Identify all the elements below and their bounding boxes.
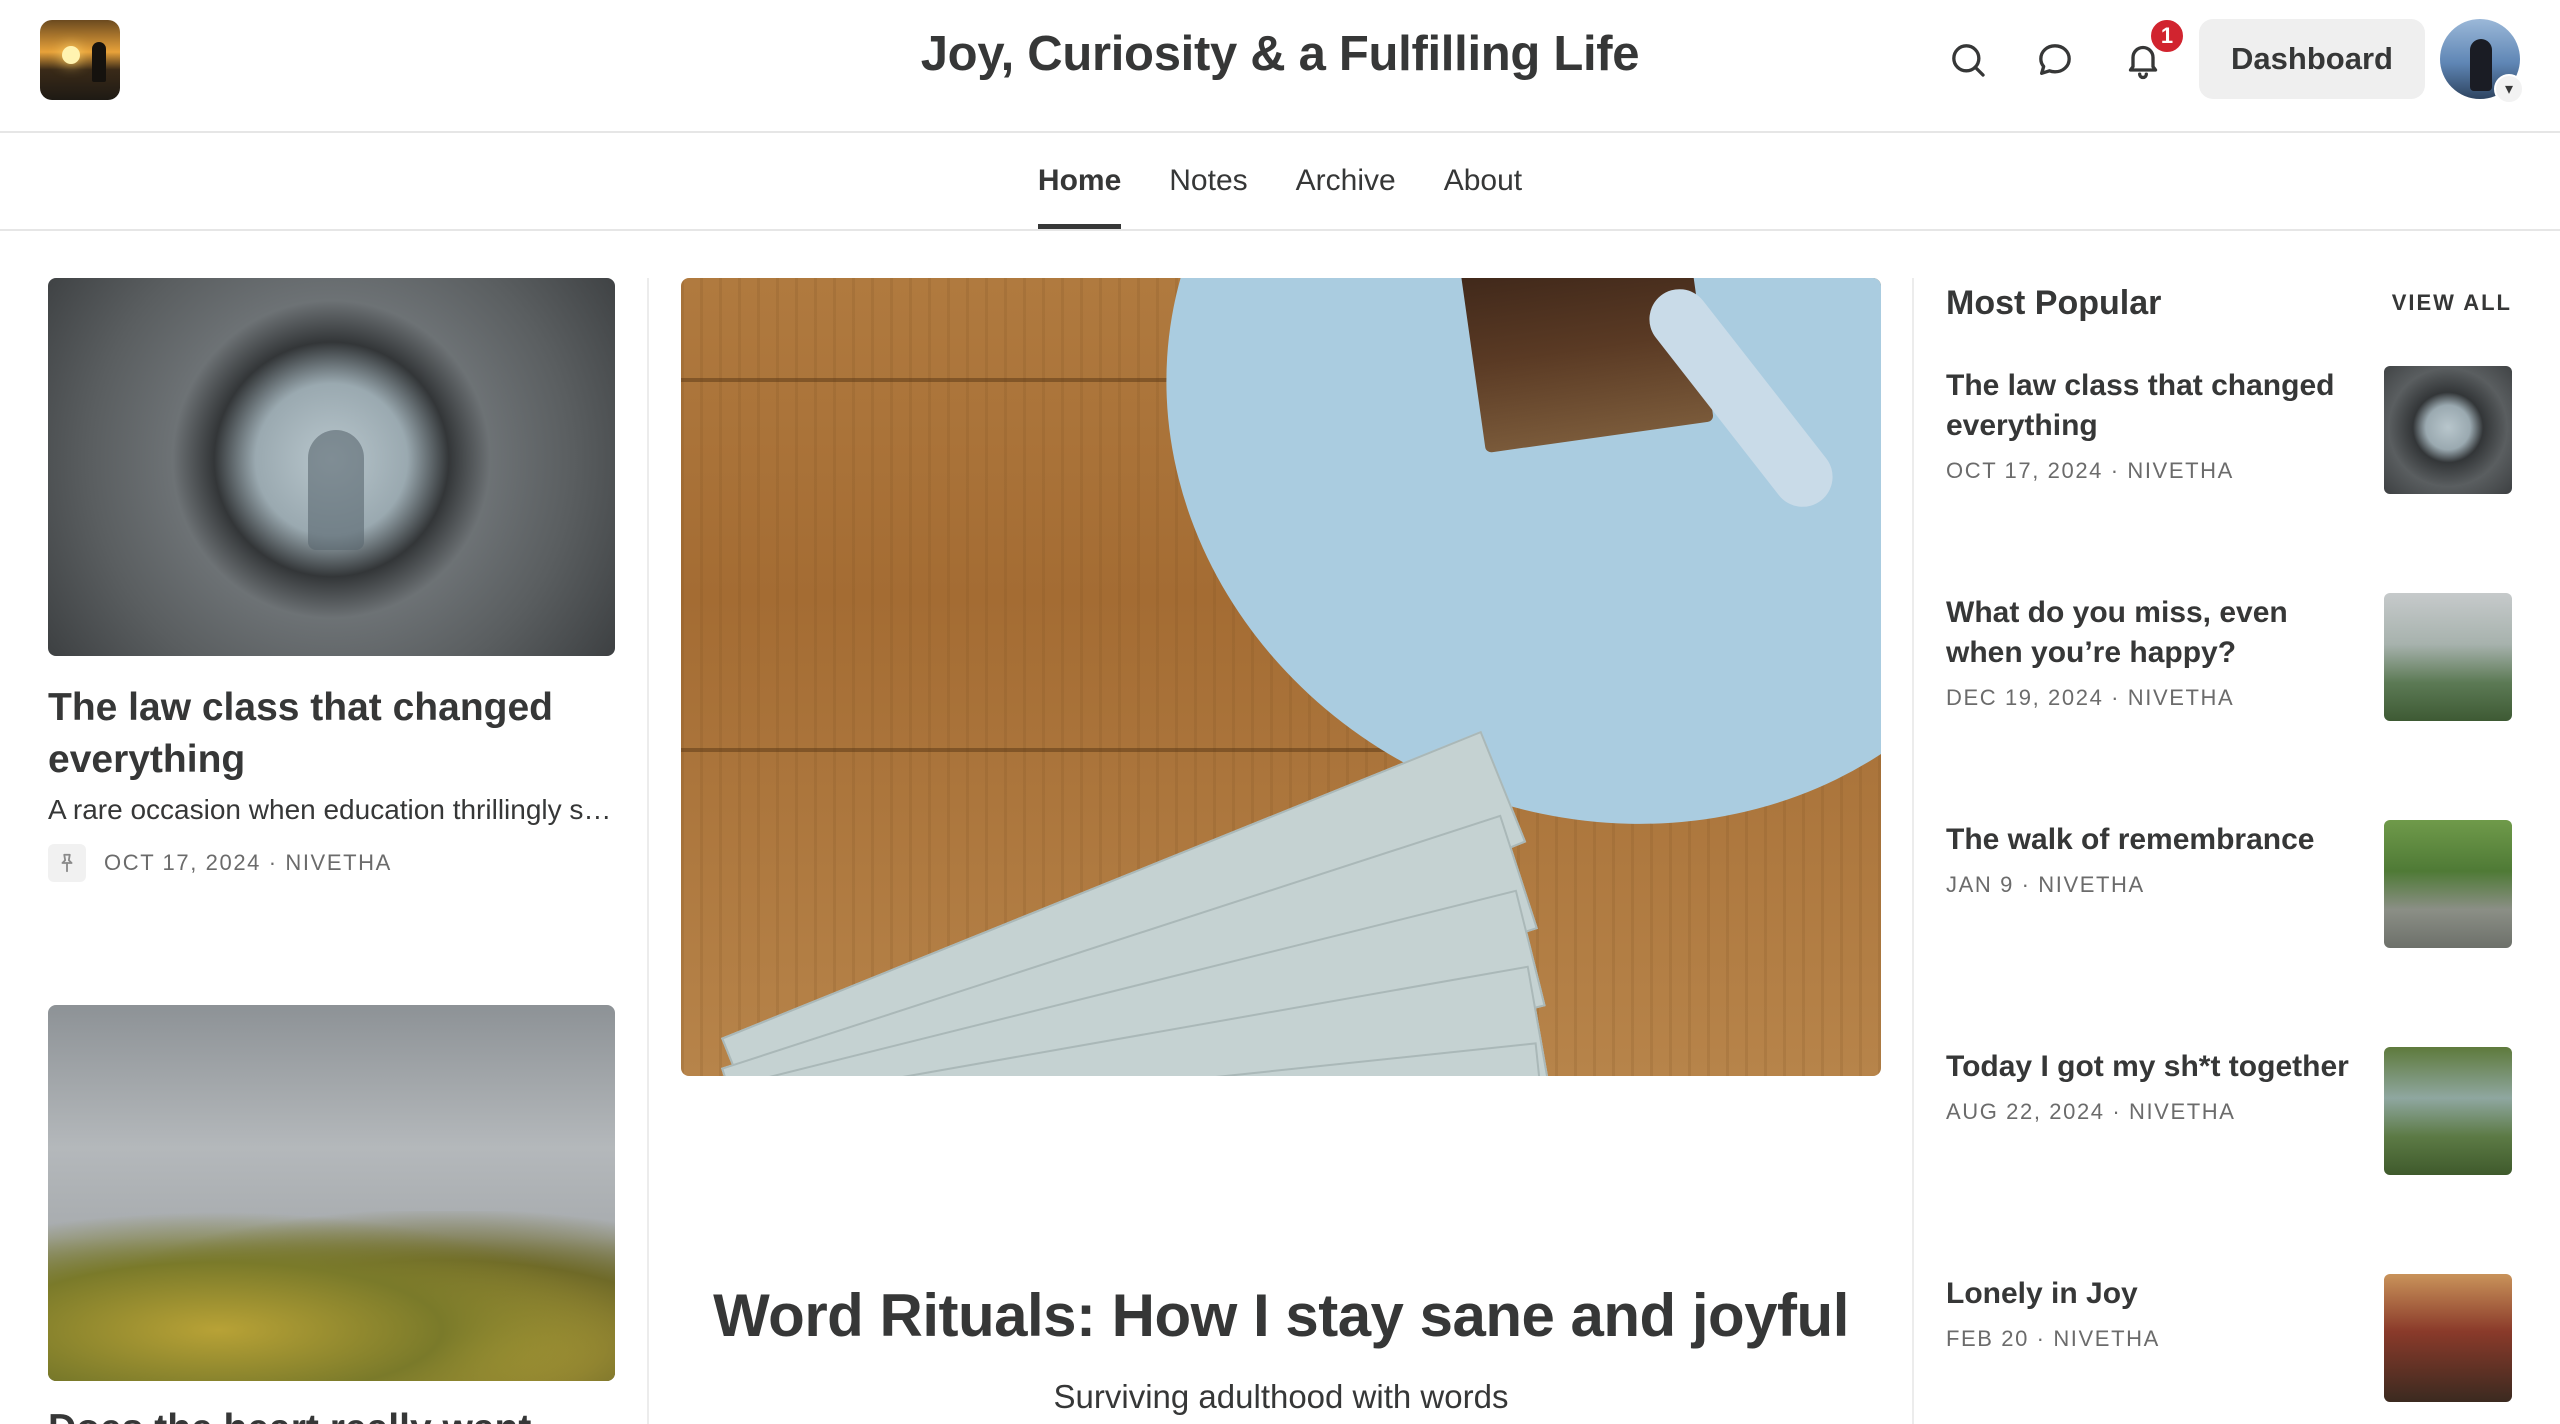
column-divider <box>1912 278 1914 1424</box>
tab-archive[interactable]: Archive <box>1296 133 1396 229</box>
popular-item-meta: FEB 20 · NIVETHA <box>1946 1326 2160 1351</box>
chat-icon <box>2035 40 2075 80</box>
featured-subtitle: Surviving adulthood with words <box>1053 1378 1509 1415</box>
thumbnail-silhouette <box>308 430 364 550</box>
most-popular-header: Most Popular VIEW ALL <box>1946 278 2512 328</box>
popular-item-meta: JAN 9 · NIVETHA <box>1946 872 2145 897</box>
post-subtitle: A rare occasion when education thrilling… <box>48 794 615 825</box>
popular-item-meta: DEC 19, 2024 · NIVETHA <box>1946 685 2235 710</box>
view-all-link[interactable]: VIEW ALL <box>2392 290 2512 316</box>
search-button[interactable] <box>1938 30 1998 90</box>
popular-item-thumbnail[interactable] <box>2384 593 2512 721</box>
most-popular-panel: Most Popular VIEW ALL The law class that… <box>1946 278 2512 1402</box>
chat-button[interactable] <box>2025 30 2085 90</box>
post-meta: OCT 17, 2024 · NIVETHA <box>104 850 392 875</box>
popular-item-title[interactable]: The law class that changed everything <box>1946 366 2356 446</box>
popular-item-title[interactable]: Lonely in Joy <box>1946 1274 2356 1314</box>
popular-item-thumbnail[interactable] <box>2384 1274 2512 1402</box>
popular-item-title[interactable]: What do you miss, even when you’re happy… <box>1946 593 2356 673</box>
thumbnail-foliage <box>48 1211 615 1381</box>
tab-notes[interactable]: Notes <box>1169 133 1247 229</box>
popular-item[interactable]: The law class that changed everything OC… <box>1946 366 2512 496</box>
tab-home[interactable]: Home <box>1037 133 1122 229</box>
post-meta-row: OCT 17, 2024 · NIVETHA <box>48 844 615 882</box>
popular-item-title[interactable]: The walk of remembrance <box>1946 820 2356 860</box>
post-card[interactable]: Does the heart really want <box>48 1005 615 1424</box>
popular-item-text: The walk of remembrance JAN 9 · NIVETHA <box>1946 820 2356 898</box>
popular-item-thumbnail[interactable] <box>2384 1047 2512 1175</box>
pin-icon <box>48 844 86 882</box>
most-popular-title: Most Popular <box>1946 283 2162 322</box>
post-title[interactable]: Does the heart really want <box>48 1403 615 1424</box>
popular-item-title[interactable]: Today I got my sh*t together <box>1946 1047 2356 1087</box>
featured-title[interactable]: Word Rituals: How I stay sane and joyful <box>681 1281 1881 1350</box>
avatar-person <box>2470 39 2492 91</box>
popular-item[interactable]: What do you miss, even when you’re happy… <box>1946 593 2512 723</box>
search-icon <box>1948 40 1988 80</box>
featured-image[interactable] <box>681 278 1881 1076</box>
dashboard-button[interactable]: Dashboard <box>2199 19 2425 99</box>
main-nav: Home Notes Archive About <box>0 133 2560 231</box>
chevron-down-icon[interactable]: ▾ <box>2494 74 2524 104</box>
popular-item-meta: AUG 22, 2024 · NIVETHA <box>1946 1099 2236 1124</box>
post-title[interactable]: The law class that changed everything <box>48 682 615 786</box>
popular-item-text: Lonely in Joy FEB 20 · NIVETHA <box>1946 1274 2356 1352</box>
popular-item-text: The law class that changed everything OC… <box>1946 366 2356 484</box>
popular-item[interactable]: Today I got my sh*t together AUG 22, 202… <box>1946 1047 2512 1177</box>
post-thumbnail[interactable] <box>48 278 615 656</box>
column-divider <box>647 278 649 1424</box>
popular-item-thumbnail[interactable] <box>2384 366 2512 494</box>
popular-item[interactable]: The walk of remembrance JAN 9 · NIVETHA <box>1946 820 2512 950</box>
popular-item-text: What do you miss, even when you’re happy… <box>1946 593 2356 711</box>
nav-tabs: Home Notes Archive About <box>0 133 2560 229</box>
top-header: Joy, Curiosity & a Fulfilling Life 1 Das… <box>0 0 2560 133</box>
popular-item-meta: OCT 17, 2024 · NIVETHA <box>1946 458 2234 483</box>
notification-badge: 1 <box>2148 17 2186 55</box>
popular-item[interactable]: Lonely in Joy FEB 20 · NIVETHA <box>1946 1274 2512 1404</box>
tab-about[interactable]: About <box>1444 133 1522 229</box>
post-card[interactable]: The law class that changed everything A … <box>48 278 615 882</box>
popular-item-thumbnail[interactable] <box>2384 820 2512 948</box>
popular-item-text: Today I got my sh*t together AUG 22, 202… <box>1946 1047 2356 1125</box>
post-thumbnail[interactable] <box>48 1005 615 1381</box>
